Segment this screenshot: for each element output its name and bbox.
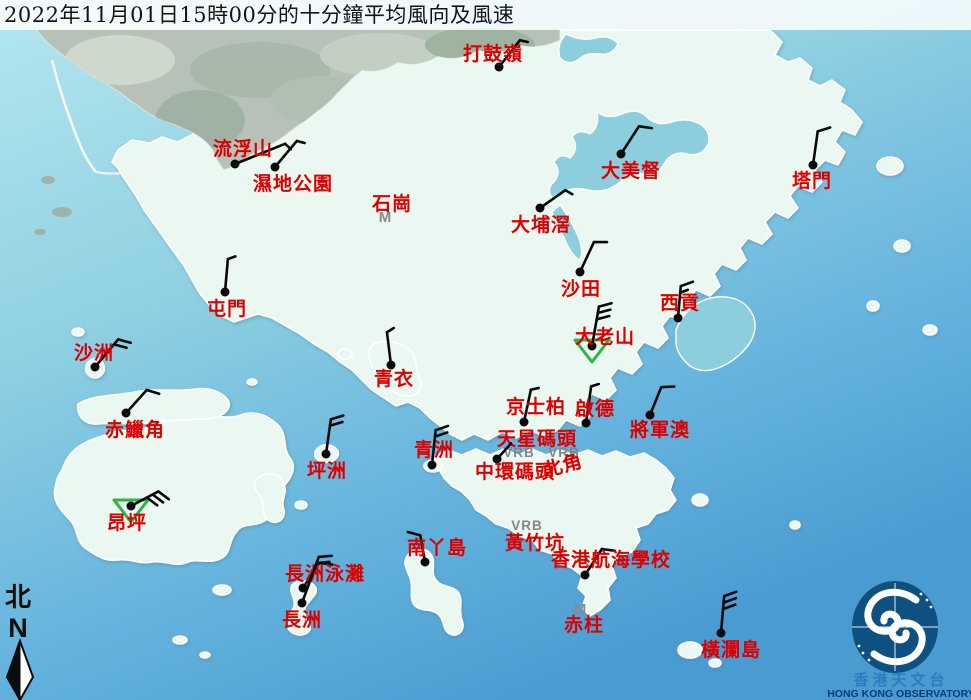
- station-dot: [122, 409, 131, 418]
- shek-kwu-chau: [213, 585, 231, 595]
- station-name-label: 京士柏: [506, 395, 566, 418]
- variable-wind-label: VRB: [511, 518, 543, 533]
- sunshine-island: [295, 501, 307, 509]
- station-dot: [231, 160, 240, 169]
- station-name-label: 石崗: [371, 192, 412, 215]
- station-name-label: 流浮山: [213, 137, 273, 160]
- station-dot: [617, 150, 626, 159]
- soko-island-2: [200, 652, 210, 658]
- station-name-label: 啟德: [575, 397, 615, 420]
- station-name-label: 西貢: [660, 292, 700, 314]
- station-name-label: 橫瀾島: [701, 638, 761, 661]
- soko-island-1: [173, 636, 187, 644]
- station-name-label: 沙田: [561, 278, 601, 300]
- station-dot: [271, 163, 280, 172]
- station-dot: [221, 288, 230, 297]
- station-name-label: 南丫島: [407, 536, 467, 559]
- wind-map-page: 打鼓嶺流浮山濕地公園M石崗大美督塔門大埔滘沙田西貢大老山屯門沙洲青衣赤鱲角坪洲昂…: [0, 0, 971, 700]
- station-name-label: 大老山: [575, 325, 635, 348]
- station-name-label: 長洲: [282, 609, 322, 631]
- brothers-island: [247, 379, 257, 385]
- station-name-label: 青洲: [414, 439, 454, 461]
- station-dot: [322, 450, 331, 459]
- ninepin-island: [790, 521, 800, 529]
- mirs-bay-island-4: [923, 325, 937, 335]
- station-dot: [717, 629, 726, 638]
- station-name-label: 青衣: [374, 367, 414, 390]
- mirs-bay-island-1: [877, 157, 903, 175]
- station-name-label: 屯門: [207, 297, 247, 320]
- station-name-label: 將軍澳: [630, 418, 690, 441]
- ma-wan-island: [338, 349, 352, 359]
- hong-kong-wind-map: 打鼓嶺流浮山濕地公園M石崗大美督塔門大埔滘沙田西貢大老山屯門沙洲青衣赤鱲角坪洲昂…: [0, 0, 971, 700]
- station-name-label: 沙洲: [74, 342, 114, 364]
- station-name-label: 赤柱: [564, 613, 604, 636]
- station-dot: [298, 599, 307, 608]
- station-name-label: 長洲泳灘: [285, 562, 365, 585]
- station-dot: [520, 418, 529, 427]
- lung-kwu-chau: [72, 328, 84, 336]
- station-dot: [576, 268, 585, 277]
- station-name-label: 香港航海學校: [550, 548, 671, 571]
- north-label-chinese: 北: [5, 583, 31, 613]
- wind-barb-feather: [319, 556, 332, 557]
- station-name-label: 濕地公園: [253, 172, 333, 195]
- station-name-label: 大美督: [601, 159, 661, 182]
- hko-logo-english-name: HONG KONG OBSERVATORY: [827, 688, 971, 700]
- tung-lung-chau: [692, 494, 708, 506]
- station-name-label: 大埔滘: [511, 213, 571, 236]
- mirs-bay-island-2: [894, 240, 910, 252]
- station-dot: [581, 571, 590, 580]
- hko-logo-chinese-name: 香港天文台: [853, 671, 948, 689]
- station-name-label: 塔門: [792, 169, 832, 192]
- station-name-label: 昂坪: [107, 512, 147, 534]
- station-dot: [536, 204, 545, 213]
- station-dot: [674, 314, 683, 323]
- station-dot: [428, 461, 437, 470]
- mirs-bay-island-3: [867, 301, 879, 311]
- po-toi-island: [678, 642, 702, 658]
- wind-barb-feather: [520, 40, 528, 42]
- station-name-label: 打鼓嶺: [463, 42, 523, 65]
- north-label-n: N: [8, 613, 28, 643]
- station-dot: [809, 161, 818, 170]
- map-title: 2022年11月01日15時00分的十分鐘平均風向及風速: [0, 0, 971, 30]
- wind-barb-feather: [531, 388, 539, 390]
- wind-barb-feather: [317, 562, 330, 563]
- wind-barb-feather: [661, 387, 674, 388]
- station-name-label: 坪洲: [307, 460, 347, 482]
- station-dot: [127, 502, 136, 511]
- station-name-label: 赤鱲角: [105, 418, 165, 441]
- wind-barb-feather: [639, 126, 652, 128]
